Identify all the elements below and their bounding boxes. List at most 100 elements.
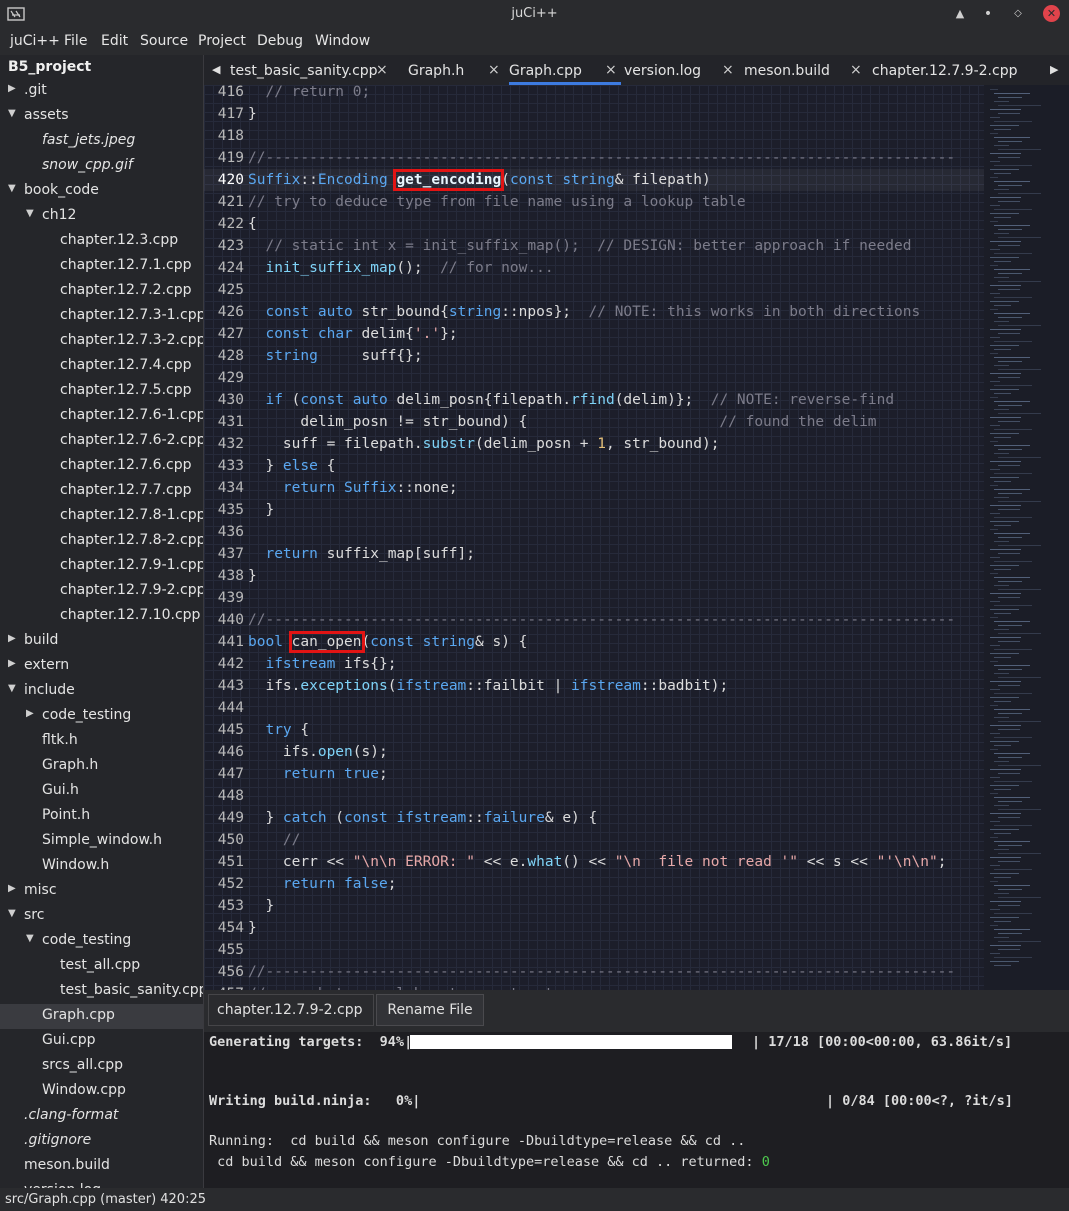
code-line[interactable]: 432 suff = filepath.substr(delim_posn + … [204,433,984,455]
code-line[interactable]: 431 delim_posn != str_bound) { // found … [204,411,984,433]
tab-3[interactable]: version.log × [624,55,736,85]
tree-item[interactable]: ▼ assets [0,104,203,129]
tree-item[interactable]: chapter.12.7.2.cpp [0,279,203,304]
tab-scroll-left-icon[interactable]: ◀ [212,63,220,76]
code-line[interactable]: 457 // somewhat overelaborate constructor [204,983,984,990]
code-line[interactable]: 435 } [204,499,984,521]
code-line[interactable]: 451 cerr << "\n\n ERROR: " << e.what() <… [204,851,984,873]
code-line[interactable]: 441 bool can_open(const string& s) { [204,631,984,653]
code-line[interactable]: 452 return false; [204,873,984,895]
tree-item[interactable]: ▶ misc [0,879,203,904]
tree-item[interactable]: ▼ ch12 [0,204,203,229]
code-editor[interactable]: 416 // return 0; 417} 418 419//------------… [204,85,984,990]
menu-window[interactable]: Window [315,33,370,49]
code-line[interactable]: 453 } [204,895,984,917]
tree-item[interactable]: Gui.cpp [0,1029,203,1054]
tree-item[interactable]: Graph.cpp [0,1004,203,1029]
tab-4[interactable]: meson.build × [744,55,864,85]
tree-item[interactable]: Graph.h [0,754,203,779]
code-line[interactable]: 426 const auto str_bound{string::npos}; … [204,301,984,323]
tree-item[interactable]: test_basic_sanity.cpp [0,979,203,1004]
tree-item[interactable]: chapter.12.7.6-1.cpp [0,404,203,429]
tree-item[interactable]: snow_cpp.gif [0,154,203,179]
shade-icon[interactable]: ▲ [952,6,968,22]
tree-item[interactable]: chapter.12.7.8-1.cpp [0,504,203,529]
expanded-arrow-icon[interactable]: ▼ [8,908,16,919]
code-line[interactable]: 423 // static int x = init_suffix_map();… [204,235,984,257]
code-line[interactable]: 417} [204,103,984,125]
menu-edit[interactable]: Edit [101,33,128,49]
tree-item[interactable]: chapter.12.7.9-2.cpp [0,579,203,604]
minimap[interactable] [984,85,1069,990]
tree-item[interactable]: srcs_all.cpp [0,1054,203,1079]
tree-item[interactable]: chapter.12.7.6.cpp [0,454,203,479]
code-line[interactable]: 420 Suffix::Encoding get_encoding(const s… [204,169,984,191]
tree-item[interactable]: ▼ include [0,679,203,704]
code-line[interactable]: 454} [204,917,984,939]
code-line[interactable]: 433 } else { [204,455,984,477]
tree-item[interactable]: fast_jets.jpeg [0,129,203,154]
tree-item[interactable]: ▼ src [0,904,203,929]
code-line[interactable]: 424 init_suffix_map(); // for now... [204,257,984,279]
tab-close-icon[interactable]: × [850,62,862,78]
code-line[interactable]: 416 // return 0; [204,85,984,103]
tree-item[interactable]: Point.h [0,804,203,829]
code-line[interactable]: 445 try { [204,719,984,741]
code-line[interactable]: 456//-----------------------------------… [204,961,984,983]
expanded-arrow-icon[interactable]: ▼ [8,683,16,694]
code-line[interactable]: 448 [204,785,984,807]
tab-1[interactable]: Graph.h × [408,55,503,85]
code-line[interactable]: 440//-----------------------------------… [204,609,984,631]
tree-item[interactable]: chapter.12.7.3-2.cpp [0,329,203,354]
code-line[interactable]: 419//-----------------------------------… [204,147,984,169]
tree-item[interactable]: Gui.h [0,779,203,804]
tree-item[interactable]: chapter.12.7.8-2.cpp [0,529,203,554]
tree-item[interactable]: .gitignore [0,1129,203,1154]
code-line[interactable]: 447 return true; [204,763,984,785]
tree-item[interactable]: chapter.12.7.1.cpp [0,254,203,279]
tree-item[interactable]: meson.build [0,1154,203,1179]
code-line[interactable]: 430 if (const auto delim_posn{filepath.r… [204,389,984,411]
code-line[interactable]: 446 ifs.open(s); [204,741,984,763]
collapsed-arrow-icon[interactable]: ▶ [8,83,16,94]
code-line[interactable]: 438} [204,565,984,587]
code-line[interactable]: 422{ [204,213,984,235]
terminal-output[interactable]: Generating targets: 94%| | 17/18 [00:00<… [204,1032,1069,1188]
filename-input[interactable]: chapter.12.7.9-2.cpp [208,994,374,1026]
tree-item[interactable]: ▶ .git [0,79,203,104]
tree-item[interactable]: chapter.12.3.cpp [0,229,203,254]
menu-file[interactable]: File [64,33,87,49]
code-line[interactable]: 428 string suff{}; [204,345,984,367]
tab-2[interactable]: Graph.cpp × [509,55,621,85]
tab-0[interactable]: test_basic_sanity.cpp × [230,55,400,85]
code-line[interactable]: 455 [204,939,984,961]
code-line[interactable]: 421// try to deduce type from file name … [204,191,984,213]
tree-item[interactable]: chapter.12.7.4.cpp [0,354,203,379]
menu-project[interactable]: Project [198,33,246,49]
collapsed-arrow-icon[interactable]: ▶ [8,658,16,669]
menu-debug[interactable]: Debug [257,33,303,49]
tree-item[interactable]: chapter.12.7.9-1.cpp [0,554,203,579]
tree-item[interactable]: fltk.h [0,729,203,754]
code-line[interactable]: 434 return Suffix::none; [204,477,984,499]
code-line[interactable]: 450 // [204,829,984,851]
code-line[interactable]: 437 return suffix_map[suff]; [204,543,984,565]
menu-jucipp[interactable]: juCi++ [10,33,60,49]
tree-item[interactable]: ▶ build [0,629,203,654]
code-line[interactable]: 429 [204,367,984,389]
code-line[interactable]: 442 ifstream ifs{}; [204,653,984,675]
tab-scroll-right-icon[interactable]: ▶ [1050,63,1058,76]
expanded-arrow-icon[interactable]: ▼ [8,183,16,194]
code-line[interactable]: 427 const char delim{'.'}; [204,323,984,345]
tree-item[interactable]: ▶ extern [0,654,203,679]
close-window-button[interactable]: ✕ [1043,5,1060,22]
tree-item[interactable]: Window.cpp [0,1079,203,1104]
tree-item[interactable]: chapter.12.7.5.cpp [0,379,203,404]
expanded-arrow-icon[interactable]: ▼ [26,933,34,944]
tree-item[interactable]: Simple_window.h [0,829,203,854]
tab-close-icon[interactable]: × [605,62,617,78]
collapsed-arrow-icon[interactable]: ▶ [8,883,16,894]
code-line[interactable]: 425 [204,279,984,301]
code-line[interactable]: 418 [204,125,984,147]
tree-item[interactable]: chapter.12.7.7.cpp [0,479,203,504]
